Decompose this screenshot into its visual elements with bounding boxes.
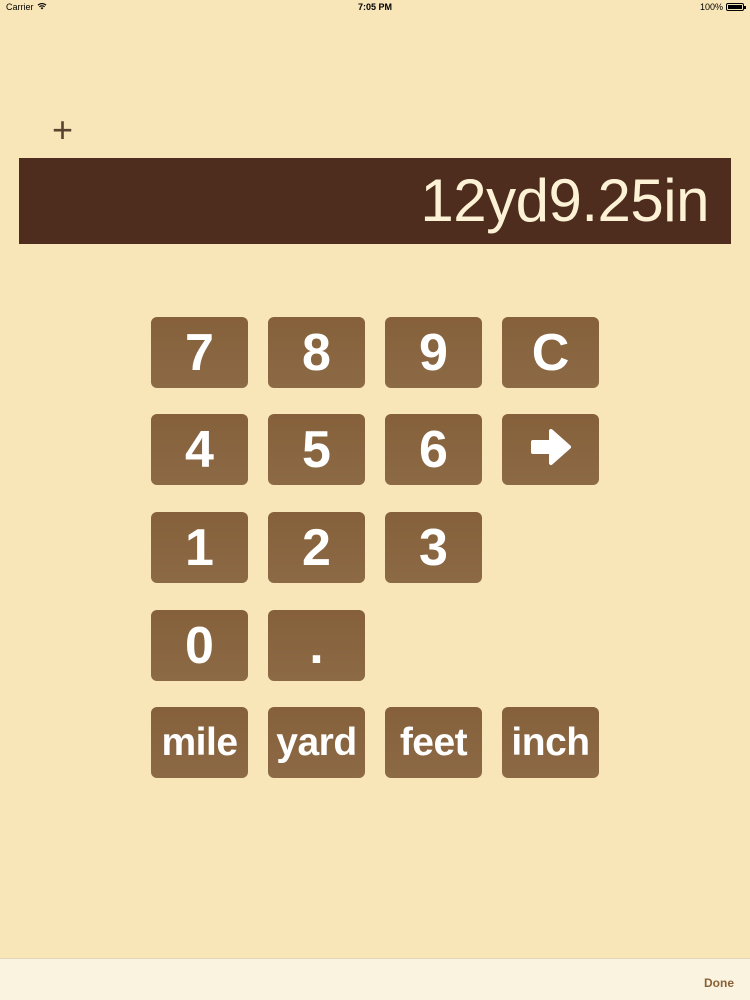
yard-button[interactable]: yard [268,707,365,778]
key-7-label: 7 [185,323,214,382]
key-5-label: 5 [302,420,331,479]
clear-button-label: C [531,323,570,382]
feet-button-label: feet [399,721,468,764]
key-8-label: 8 [302,323,331,382]
status-bar: Carrier 7:05 PM 100% [0,0,750,16]
key-1-label: 1 [185,518,214,577]
decimal-point-label: . [309,616,324,675]
key-8[interactable]: 8 [268,317,365,388]
mile-button-label: mile [161,721,238,764]
key-4-label: 4 [185,420,214,479]
status-time: 7:05 PM [357,2,392,12]
key-0[interactable]: 0 [151,610,248,681]
enter-button[interactable] [502,414,599,485]
key-9[interactable]: 9 [385,317,482,388]
inch-button[interactable]: inch [502,707,599,778]
key-7[interactable]: 7 [151,317,248,388]
key-0-label: 0 [185,616,214,675]
inch-button-label: inch [511,721,590,764]
battery-icon [726,3,746,11]
key-2-label: 2 [302,518,331,577]
done-button[interactable]: Done [704,976,734,990]
key-4[interactable]: 4 [151,414,248,485]
key-3-label: 3 [419,518,448,577]
calculator-screen: Carrier 7:05 PM 100% + 12yd9.25in 7 8 9 … [0,0,750,1000]
mile-button[interactable]: mile [151,707,248,778]
clear-button[interactable]: C [502,317,599,388]
key-3[interactable]: 3 [385,512,482,583]
key-9-label: 9 [419,323,448,382]
result-display: 12yd9.25in [19,158,731,244]
right-arrow-icon [527,425,575,474]
battery-percent: 100% [699,2,723,12]
yard-button-label: yard [276,721,357,764]
display-value: 12yd9.25in [420,167,709,234]
bottom-toolbar: Done [0,958,750,1000]
key-5[interactable]: 5 [268,414,365,485]
decimal-point-button[interactable]: . [268,610,365,681]
feet-button[interactable]: feet [385,707,482,778]
key-6-label: 6 [419,420,448,479]
key-6[interactable]: 6 [385,414,482,485]
operator-indicator: + [52,109,74,150]
status-right: 100% [699,2,746,12]
key-2[interactable]: 2 [268,512,365,583]
key-1[interactable]: 1 [151,512,248,583]
